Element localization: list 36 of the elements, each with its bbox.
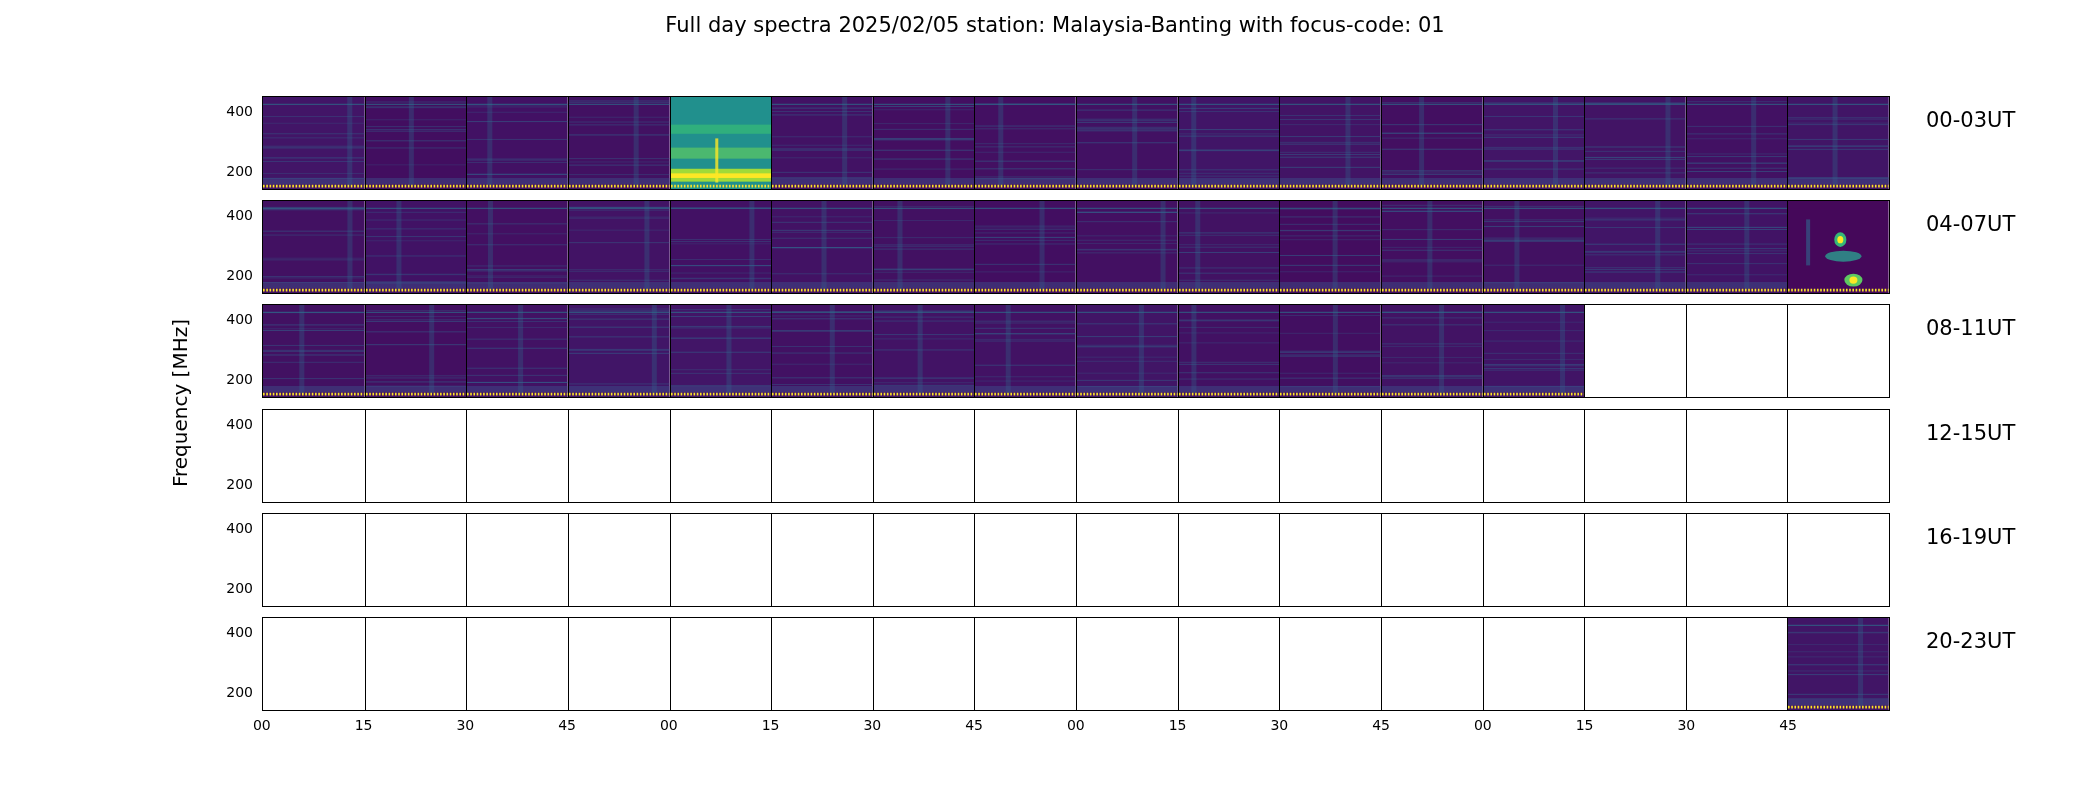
y-tick-label: 400 [226,311,253,328]
row-label: 08-11UT [1926,316,2016,343]
x-tick-label: 00 [1066,717,1085,734]
row-label: 04-07UT [1926,212,2016,239]
x-tick-label: 15 [1575,717,1594,734]
figure-title: Full day spectra 2025/02/05 station: Malaysia-Banting with focus-code: 01 [665,12,1445,38]
row-label: 16-19UT [1926,524,2016,551]
y-tick-label: 200 [226,163,253,179]
x-tick-label: 30 [1270,717,1289,734]
x-tick-label: 45 [1779,717,1798,734]
x-tick-label: 15 [761,717,780,734]
x-tick-label: 15 [354,717,373,734]
y-tick-label: 200 [226,683,253,700]
x-tick-label: 45 [1372,717,1391,734]
y-tick-label: 200 [226,579,253,596]
x-tick-label: 30 [863,717,882,734]
y-tick-label: 400 [226,103,253,119]
row-label: 00-03UT [1926,108,2016,134]
y-tick-label: 400 [226,519,253,536]
y-tick-label: 400 [226,623,253,640]
x-tick-label: 00 [1473,717,1492,734]
row-label: 12-15UT [1926,420,2016,447]
y-axis-label: Frequency [MHz] [168,319,192,488]
x-tick-label: 30 [1677,717,1696,734]
x-tick-label: 15 [1168,717,1187,734]
y-tick-label: 200 [226,267,253,284]
y-tick-label: 400 [226,207,253,224]
x-tick-label: 30 [456,717,475,734]
y-tick-label: 200 [226,371,253,388]
x-tick-label: 00 [659,717,678,734]
x-tick-label: 45 [965,717,984,734]
y-tick-label: 400 [226,415,253,432]
row-label: 20-23UT [1926,628,2016,655]
y-tick-label: 200 [226,475,253,492]
x-tick-label: 00 [252,717,271,734]
x-tick-label: 45 [558,717,577,734]
